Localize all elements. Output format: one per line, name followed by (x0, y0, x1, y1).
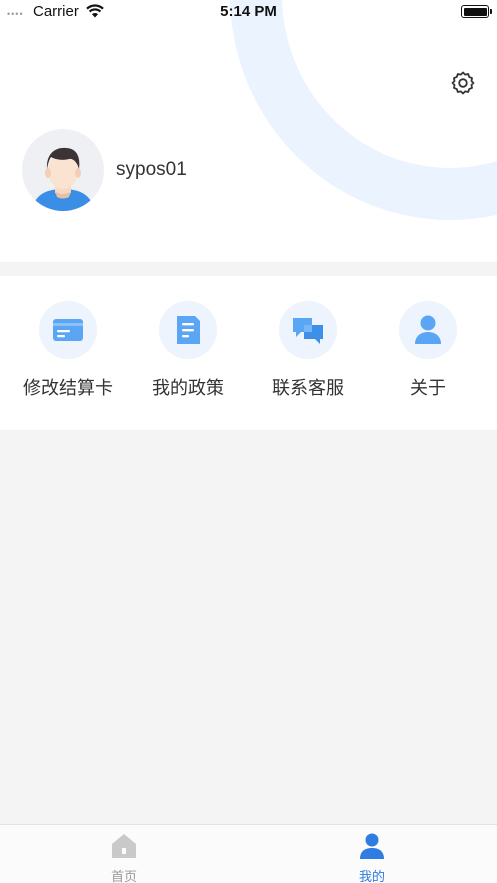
tab-bar: 首页 我的 (0, 824, 497, 883)
person-icon (415, 315, 441, 344)
status-bar: •••• Carrier 5:14 PM (0, 0, 497, 24)
menu-item-about[interactable]: 关于 (366, 276, 490, 430)
menu-item-label: 修改结算卡 (23, 378, 113, 398)
menu-item-label: 联系客服 (272, 378, 344, 398)
menu-item-change-card[interactable]: 修改结算卡 (6, 276, 130, 430)
settings-gear-icon[interactable] (450, 70, 476, 96)
profile-header: •••• Carrier 5:14 PM sypos01 (0, 0, 497, 262)
menu-item-my-policy[interactable]: 我的政策 (126, 276, 250, 430)
tab-label: 我的 (358, 869, 385, 883)
tab-home[interactable]: 首页 (0, 825, 248, 883)
clock: 5:14 PM (220, 3, 277, 20)
function-menu: 修改结算卡 我的政策 联系客服 关于 (0, 276, 497, 430)
decorative-arc (230, 0, 497, 220)
card-icon (53, 319, 83, 341)
document-icon (177, 316, 200, 344)
chat-icon (293, 318, 323, 344)
username: sypos01 (116, 159, 187, 180)
menu-item-label: 关于 (410, 378, 446, 398)
tab-label: 首页 (110, 869, 137, 883)
person-icon (360, 833, 384, 859)
tab-mine[interactable]: 我的 (248, 825, 496, 883)
home-icon (112, 834, 136, 858)
battery-icon (461, 5, 492, 18)
menu-item-label: 我的政策 (152, 378, 224, 398)
menu-item-customer-service[interactable]: 联系客服 (246, 276, 370, 430)
avatar[interactable] (22, 129, 104, 211)
